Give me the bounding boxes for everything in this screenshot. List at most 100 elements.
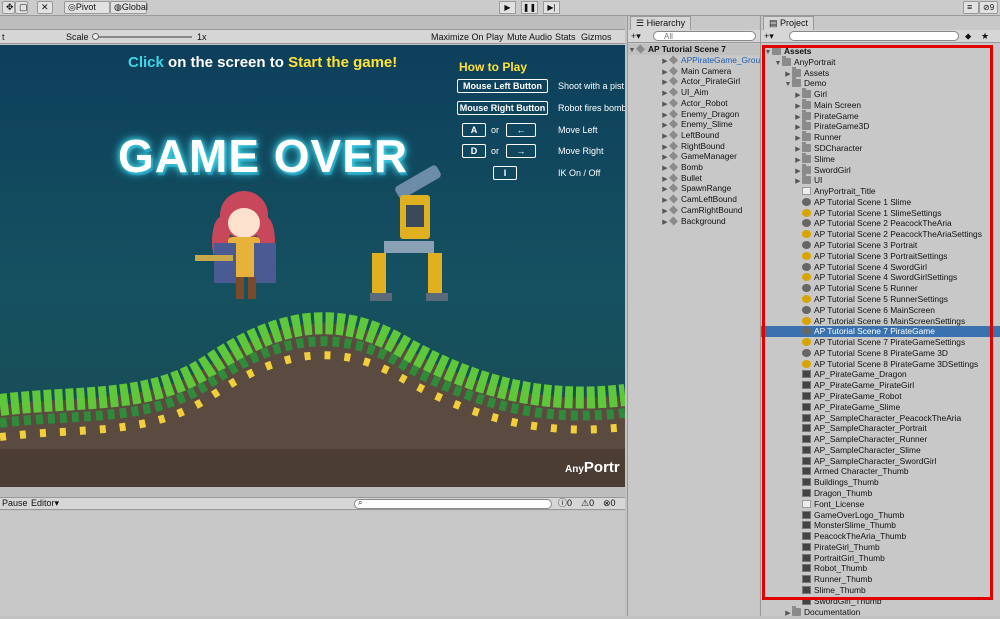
cube-icon bbox=[668, 183, 679, 193]
gizmos-dropdown[interactable]: Gizmos bbox=[581, 31, 612, 43]
console-toolbar: Pause Editor▾ ⌕ ⓘ0 ⚠0 ⊗0 bbox=[0, 498, 625, 510]
tag-icon[interactable]: ⬥ bbox=[965, 30, 971, 42]
row-label: Bullet bbox=[681, 172, 702, 183]
highlight-box bbox=[762, 45, 993, 600]
row-label: CamLeftBound bbox=[681, 194, 737, 205]
game-view-canvas[interactable]: Click on the screen to Start the game! G… bbox=[0, 45, 625, 487]
pause-icon: ❚❚ bbox=[522, 3, 537, 12]
hierarchy-item[interactable]: ▶ LeftBound bbox=[661, 130, 759, 141]
hidden-count-badge[interactable]: ⊘9 bbox=[979, 1, 998, 14]
row-label: Actor_PirateGirl bbox=[681, 76, 741, 87]
editor-label: Editor bbox=[31, 498, 55, 508]
scale-label: Scale bbox=[66, 32, 89, 42]
create-dropdown[interactable]: +▾ bbox=[764, 30, 774, 42]
hierarchy-item[interactable]: ▶ SpawnRange bbox=[661, 183, 759, 194]
hierarchy-item[interactable]: ▶ CamRightBound bbox=[661, 205, 759, 216]
row-label: Enemy_Slime bbox=[681, 119, 733, 130]
row-label: LeftBound bbox=[681, 129, 720, 140]
create-dropdown[interactable]: +▾ bbox=[631, 30, 641, 42]
game-view-toolbar: t Scale 1x Maximize On Play Mute Audio S… bbox=[0, 30, 625, 44]
info-count-value: 0 bbox=[567, 498, 573, 508]
error-count-value: 0 bbox=[610, 498, 616, 508]
expand-arrow-icon[interactable]: ▶ bbox=[661, 217, 669, 228]
hierarchy-item[interactable]: ▶ Bomb bbox=[661, 162, 759, 173]
eye-slash-icon: ⊘ bbox=[983, 3, 990, 12]
row-label: Actor_Robot bbox=[681, 97, 728, 108]
expand-arrow-icon[interactable]: ▶ bbox=[784, 608, 792, 619]
pirate-girl-sprite bbox=[195, 191, 276, 299]
pause-toggle[interactable]: Pause bbox=[2, 498, 28, 509]
error-icon: ⊗ bbox=[603, 498, 611, 508]
display-dropdown[interactable]: t bbox=[2, 31, 5, 43]
row-label: SpawnRange bbox=[681, 183, 732, 194]
global-toggle[interactable]: ◍Global bbox=[110, 1, 148, 14]
maximize-on-play-button[interactable]: Maximize On Play bbox=[431, 31, 504, 43]
dropdown-icon: ▾ bbox=[54, 498, 60, 508]
row-label: Main Camera bbox=[681, 65, 732, 76]
scale-slider-handle[interactable] bbox=[92, 33, 99, 40]
cube-icon bbox=[668, 162, 679, 172]
hidden-count-value: 9 bbox=[989, 3, 995, 12]
row-label: APPirateGame_Groun bbox=[681, 55, 765, 65]
scale-slider[interactable] bbox=[92, 36, 192, 38]
hierarchy-item[interactable]: ▶ Bullet bbox=[661, 173, 759, 184]
stats-button[interactable]: Stats bbox=[555, 31, 576, 43]
hierarchy-item[interactable]: ▶ CamLeftBound bbox=[661, 194, 759, 205]
tab-hierarchy[interactable]: ☰ Hierarchy bbox=[630, 16, 692, 31]
hierarchy-search-input[interactable] bbox=[653, 31, 756, 41]
cube-icon bbox=[668, 141, 679, 151]
warning-count[interactable]: ⚠0 bbox=[581, 498, 594, 509]
star-icon[interactable]: ★ bbox=[981, 30, 989, 42]
editor-dropdown[interactable]: Editor▾ bbox=[31, 498, 59, 509]
row-label: Enemy_Dragon bbox=[681, 108, 740, 119]
row-label: Documentation bbox=[804, 606, 861, 617]
cube-icon bbox=[668, 87, 679, 97]
main-toolbar: ✥ ▢ ✕ ◎Pivot ◍Global ▶ ❚❚ ▶| ≡ ⊘9 bbox=[0, 0, 1000, 16]
console-search-input[interactable]: ⌕ bbox=[354, 498, 552, 509]
play-button[interactable]: ▶ bbox=[499, 1, 516, 14]
hierarchy-item[interactable]: ▶ Main Camera bbox=[661, 66, 759, 77]
step-icon: ▶| bbox=[547, 3, 556, 12]
cube-icon bbox=[668, 205, 679, 215]
cube-icon bbox=[668, 76, 679, 86]
scale-value: 1x bbox=[197, 32, 207, 42]
scene-name: AP Tutorial Scene 7 bbox=[648, 44, 726, 54]
cube-icon bbox=[668, 66, 679, 76]
hierarchy-item[interactable]: ▶ Actor_Robot bbox=[661, 98, 759, 109]
row-label: CamRightBound bbox=[681, 204, 743, 215]
hierarchy-item[interactable]: ▶ APPirateGame_Groun bbox=[661, 55, 765, 66]
console-tab-row bbox=[0, 487, 625, 498]
pivot-toggle[interactable]: ◎Pivot bbox=[64, 1, 110, 14]
hierarchy-item[interactable]: ▶ GameManager bbox=[661, 151, 759, 162]
hierarchy-toolbar: +▾ bbox=[628, 30, 760, 43]
hierarchy-item[interactable]: ▶ RightBound bbox=[661, 141, 759, 152]
hand-tool-icon[interactable]: ✥ bbox=[2, 1, 15, 14]
rect-tool-icon[interactable]: ▢ bbox=[15, 1, 28, 14]
pause-button[interactable]: ❚❚ bbox=[521, 1, 538, 14]
hierarchy-item[interactable]: ▶ Actor_PirateGirl bbox=[661, 76, 759, 87]
step-button[interactable]: ▶| bbox=[543, 1, 560, 14]
project-tab-label: Project bbox=[780, 18, 809, 28]
project-search-input[interactable] bbox=[789, 31, 959, 41]
folder-tab-icon: ▤ bbox=[769, 18, 781, 28]
tab-project[interactable]: ▤ Project bbox=[763, 16, 815, 31]
scene-root-row[interactable]: ▼ AP Tutorial Scene 7 bbox=[628, 44, 760, 55]
mute-audio-button[interactable]: Mute Audio bbox=[507, 31, 552, 43]
hierarchy-icon: ☰ bbox=[636, 18, 647, 28]
hierarchy-item[interactable]: ▶ Enemy_Dragon bbox=[661, 109, 759, 120]
cube-icon bbox=[668, 194, 679, 204]
hierarchy-item[interactable]: ▶ UI_Aim bbox=[661, 87, 759, 98]
pivot-icon: ◎ bbox=[68, 2, 76, 12]
cube-icon bbox=[668, 98, 679, 108]
warning-count-value: 0 bbox=[589, 498, 595, 508]
error-count[interactable]: ⊗0 bbox=[603, 498, 616, 509]
logo-portrait: Portr bbox=[583, 459, 620, 476]
cube-icon bbox=[668, 108, 679, 119]
hierarchy-item[interactable]: ▶ Background bbox=[661, 216, 759, 227]
row-label: Background bbox=[681, 215, 726, 226]
layers-icon[interactable]: ≡ bbox=[963, 1, 979, 14]
hierarchy-item[interactable]: ▶ Enemy_Slime bbox=[661, 119, 759, 130]
custom-tool-icon[interactable]: ✕ bbox=[37, 1, 53, 14]
info-count[interactable]: ⓘ0 bbox=[558, 498, 572, 509]
game-tab-row bbox=[0, 16, 625, 30]
